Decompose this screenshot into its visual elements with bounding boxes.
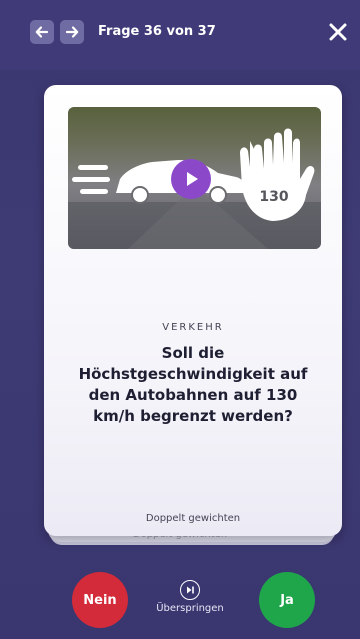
skip-button[interactable]: Überspringen (150, 580, 230, 614)
skip-label: Überspringen (156, 603, 224, 614)
question-text: Soll die Höchstgeschwindigkeit auf den A… (78, 344, 308, 425)
question-card[interactable]: 130 VERKEHR Soll die Höchstgeschwindigke… (44, 85, 342, 536)
yes-label: Ja (280, 592, 294, 608)
double-weight-button[interactable]: Doppelt gewichten (44, 513, 342, 524)
no-label: Nein (83, 592, 117, 608)
arrow-right-icon (65, 26, 79, 38)
category-label: VERKEHR (162, 322, 224, 333)
header-bar: Frage 36 von 37 (0, 0, 360, 70)
sign-speed-text: 130 (259, 189, 288, 205)
close-icon (329, 23, 347, 41)
video-thumbnail[interactable]: 130 (68, 107, 321, 249)
arrow-left-icon (35, 26, 49, 38)
back-button[interactable] (30, 20, 54, 44)
close-button[interactable] (324, 18, 352, 46)
app-screen: Frage 36 von 37 Doppelt gewichten (0, 0, 360, 639)
skip-icon (180, 580, 200, 600)
no-button[interactable]: Nein (72, 572, 128, 628)
yes-button[interactable]: Ja (259, 572, 315, 628)
forward-button[interactable] (60, 20, 84, 44)
question-counter: Frage 36 von 37 (98, 24, 216, 39)
play-button[interactable] (171, 159, 211, 199)
play-icon (187, 172, 198, 186)
